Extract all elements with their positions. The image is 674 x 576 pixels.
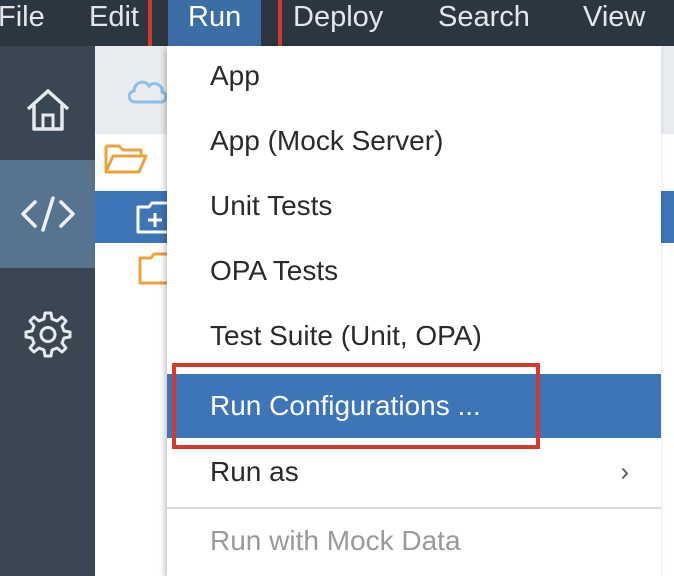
menu-bar: File Edit Run Deploy Search View: [0, 0, 674, 46]
menu-item-label: OPA Tests: [210, 255, 339, 286]
menu-item-test-suite[interactable]: Test Suite (Unit, OPA): [167, 304, 661, 368]
sidebar-item-home[interactable]: [0, 56, 95, 164]
sidebar-item-settings[interactable]: [0, 280, 95, 388]
menu-item-app-mock-server[interactable]: App (Mock Server): [167, 109, 661, 173]
run-configurations-highlight-box: [172, 363, 540, 449]
folder-open-icon: [104, 144, 148, 174]
menu-item-unit-tests[interactable]: Unit Tests: [167, 174, 661, 238]
menu-item-opa-tests[interactable]: OPA Tests: [167, 239, 661, 303]
menu-item-label: Test Suite (Unit, OPA): [210, 320, 482, 351]
menu-item-app[interactable]: App: [167, 44, 661, 108]
menu-item-run-as[interactable]: Run as ›: [167, 440, 661, 504]
menu-item-label: Run as: [210, 456, 299, 487]
menu-view[interactable]: View: [583, 0, 645, 46]
menu-item-label: App: [210, 60, 260, 91]
left-sidebar: [0, 46, 95, 576]
menu-deploy[interactable]: Deploy: [293, 0, 383, 46]
menu-item-label: Run with Mock Data: [210, 525, 461, 556]
sidebar-item-development[interactable]: [0, 160, 95, 268]
menu-item-label: App (Mock Server): [210, 125, 444, 156]
menu-search[interactable]: Search: [438, 0, 530, 46]
menu-item-run-with-mock-data: Run with Mock Data: [167, 509, 661, 573]
menu-item-label: Unit Tests: [210, 190, 333, 221]
gear-icon: [24, 311, 71, 358]
chevron-right-icon: ›: [620, 456, 629, 487]
cloud-upload-icon[interactable]: [125, 72, 169, 108]
menu-file[interactable]: File: [0, 0, 45, 46]
menu-edit[interactable]: Edit: [89, 0, 139, 46]
code-icon: [20, 196, 75, 232]
run-dropdown-menu: App App (Mock Server) Unit Tests OPA Tes…: [167, 46, 661, 576]
home-icon: [26, 89, 69, 131]
